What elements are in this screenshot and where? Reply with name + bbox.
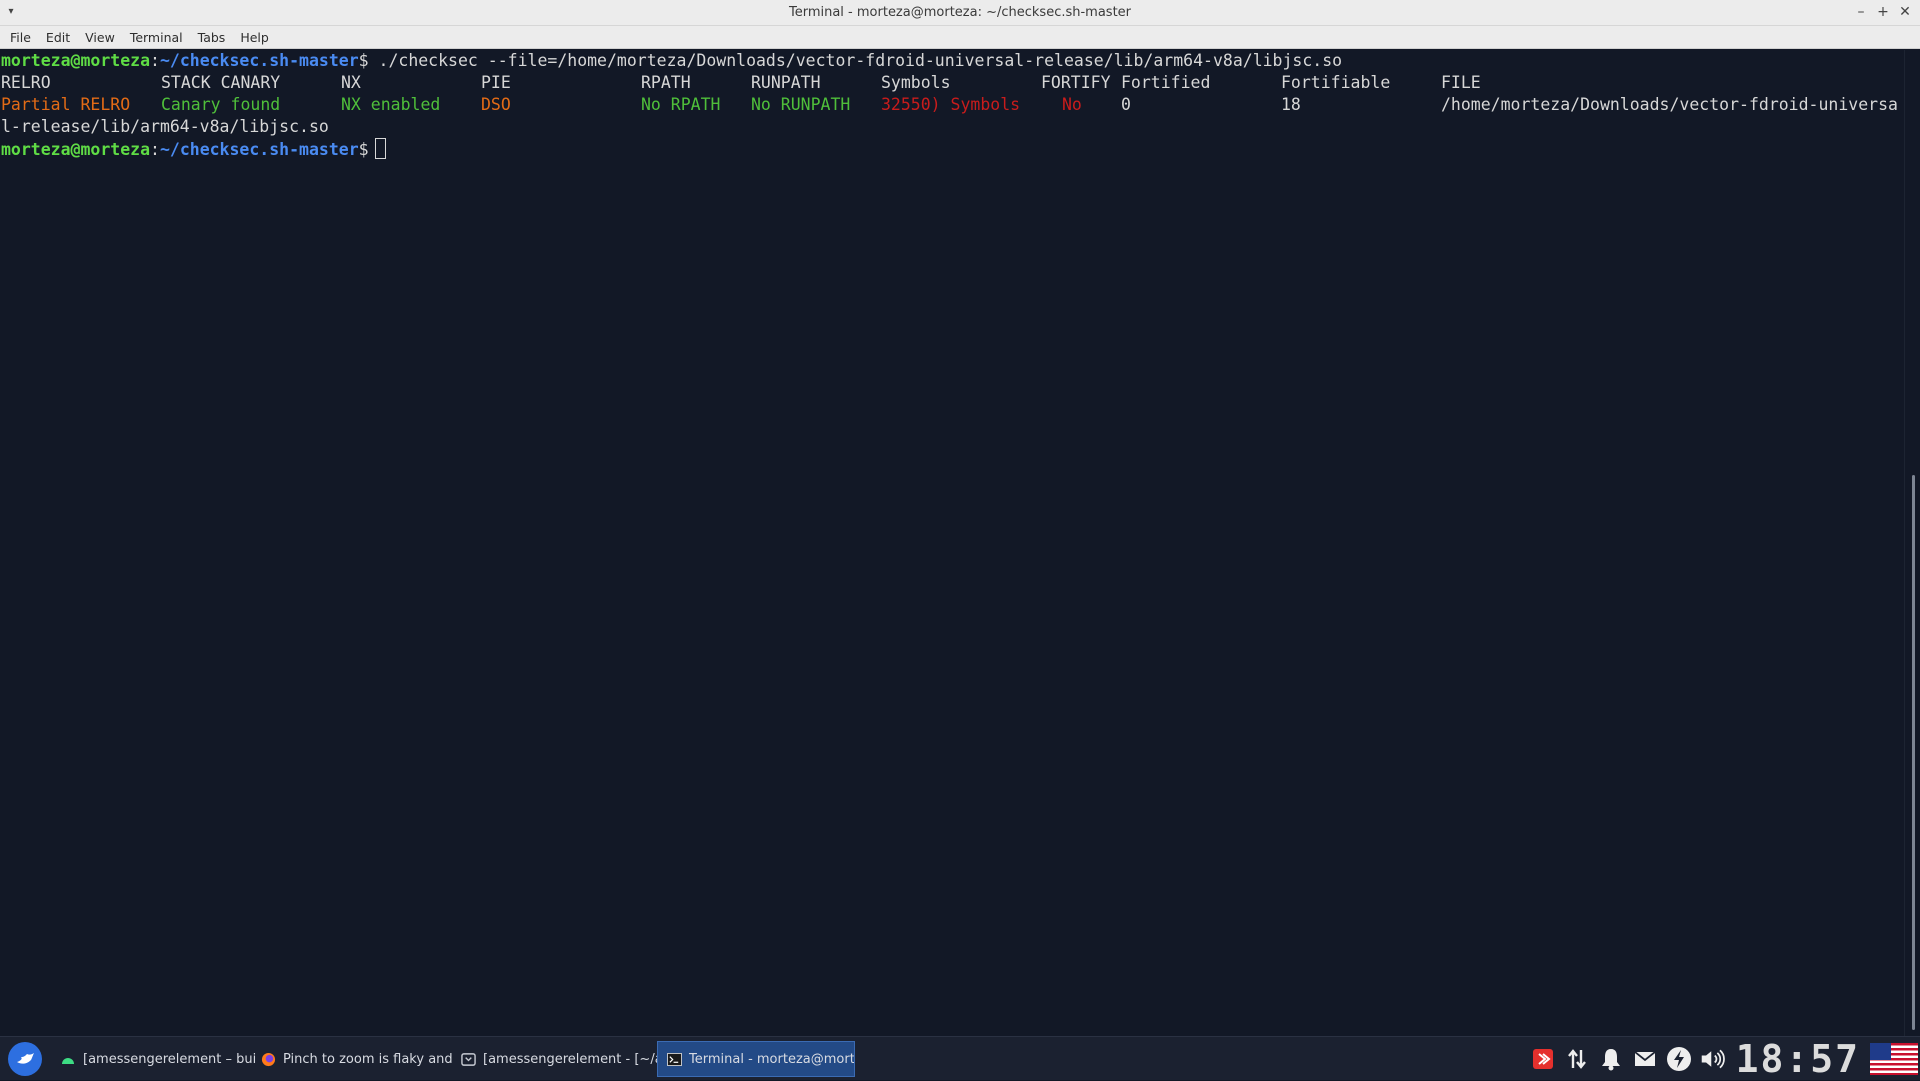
task-label: Pinch to zoom is flaky and ov... — [283, 1051, 457, 1067]
title-bar[interactable]: ▾ Terminal - morteza@morteza: ~/checksec… — [0, 0, 1920, 26]
result-fortified: 0 — [1121, 95, 1131, 114]
header-symbols: Symbols — [881, 73, 951, 92]
prompt-user: morteza@morteza — [1, 140, 151, 159]
task-ide-window[interactable]: [amessengerelement - [~/a... — [452, 1041, 657, 1077]
header-relro: RELRO — [1, 73, 51, 92]
scrollbar-thumb[interactable] — [1912, 475, 1915, 1030]
terminal-scrollbar[interactable] — [1904, 50, 1920, 1036]
volume-icon[interactable] — [1700, 1046, 1726, 1072]
result-fortifiable: 18 — [1281, 95, 1301, 114]
menu-edit[interactable]: Edit — [41, 26, 80, 49]
task-label: Terminal - morteza@mortez... — [689, 1051, 855, 1067]
task-label: [amessengerelement – build... — [83, 1051, 257, 1067]
menu-file[interactable]: File — [5, 26, 41, 49]
window-title: Terminal - morteza@morteza: ~/checksec.s… — [788, 5, 1132, 20]
header-rpath: RPATH — [641, 73, 691, 92]
header-file: FILE — [1441, 73, 1481, 92]
prompt-dollar: $ — [358, 140, 369, 159]
result-row: Partial RELRO Canary found NX enabled DS… — [1, 94, 1901, 116]
minimize-icon[interactable]: – — [1852, 3, 1870, 21]
menu-bar: File Edit View Terminal Tabs Help — [0, 26, 1920, 49]
header-stack-canary: STACK CANARY — [161, 73, 281, 92]
result-symbols: 32550) Symbols — [881, 95, 1021, 114]
terminal-icon — [666, 1051, 682, 1067]
result-nx: NX enabled — [341, 95, 441, 114]
result-relro: Partial RELRO — [1, 95, 131, 114]
task-android-studio[interactable]: [amessengerelement – build... — [52, 1041, 257, 1077]
android-icon — [60, 1051, 76, 1067]
prompt-path: ~/checksec.sh-master — [159, 51, 359, 70]
mail-icon[interactable] — [1632, 1046, 1658, 1072]
system-tray: 18:57 — [1526, 1037, 1920, 1081]
command-line: morteza@morteza:~/checksec.sh-master$ ./… — [1, 50, 1342, 72]
terminal-output[interactable]: morteza@morteza:~/checksec.sh-master$ ./… — [0, 50, 1904, 1036]
prompt-separator: : — [150, 140, 160, 159]
result-stack-canary: Canary found — [161, 95, 281, 114]
result-pie: DSO — [481, 95, 511, 114]
us-flag-keyboard-layout-icon[interactable] — [1870, 1043, 1918, 1075]
header-row: RELRO STACK CANARY NX PIE RPATH RUNPATH … — [1, 72, 1901, 94]
task-terminal[interactable]: Terminal - morteza@mortez... — [657, 1041, 855, 1077]
header-runpath: RUNPATH — [751, 73, 821, 92]
header-nx: NX — [341, 73, 361, 92]
menu-tabs[interactable]: Tabs — [193, 26, 236, 49]
maximize-icon[interactable]: + — [1874, 3, 1892, 21]
menu-help[interactable]: Help — [235, 26, 279, 49]
result-fortify: No — [1062, 95, 1082, 114]
active-prompt-line[interactable]: morteza@morteza:~/checksec.sh-master$ — [1, 138, 386, 160]
result-file-path-wrap: l-release/lib/arm64-v8a/libjsc.so — [1, 117, 329, 136]
header-pie: PIE — [481, 73, 511, 92]
distro-logo-icon — [8, 1042, 42, 1076]
result-rpath: No RPATH — [641, 95, 721, 114]
result-file-path: /home/morteza/Downloads/vector-fdroid-un… — [1441, 95, 1898, 114]
text-cursor — [374, 138, 386, 159]
task-firefox[interactable]: Pinch to zoom is flaky and ov... — [252, 1041, 457, 1077]
header-fortify: FORTIFY — [1041, 73, 1111, 92]
result-runpath: No RUNPATH — [751, 95, 851, 114]
notification-bell-icon[interactable] — [1598, 1046, 1624, 1072]
prompt-dollar: $ — [358, 51, 369, 70]
prompt-path: ~/checksec.sh-master — [159, 140, 359, 159]
network-transfer-icon[interactable] — [1564, 1046, 1590, 1072]
command-text: ./checksec --file=/home/morteza/Download… — [368, 51, 1343, 70]
taskbar: [amessengerelement – build... Pinch to z… — [0, 1036, 1920, 1081]
clock[interactable]: 18:57 — [1736, 1037, 1860, 1081]
firefox-icon — [260, 1051, 276, 1067]
prompt-separator: : — [150, 51, 160, 70]
vpn-icon[interactable] — [1530, 1046, 1556, 1072]
menu-terminal[interactable]: Terminal — [125, 26, 193, 49]
task-label: [amessengerelement - [~/a... — [483, 1051, 657, 1067]
header-fortifiable: Fortifiable — [1281, 73, 1391, 92]
terminal-window: ▾ Terminal - morteza@morteza: ~/checksec… — [0, 0, 1920, 1036]
menu-view[interactable]: View — [80, 26, 125, 49]
power-icon[interactable] — [1666, 1046, 1692, 1072]
close-icon[interactable]: ✕ — [1896, 3, 1914, 21]
prompt-user: morteza@morteza — [1, 51, 151, 70]
app-launcher-button[interactable] — [5, 1041, 45, 1077]
header-fortified: Fortified — [1121, 73, 1211, 92]
app-window-icon — [460, 1051, 476, 1067]
